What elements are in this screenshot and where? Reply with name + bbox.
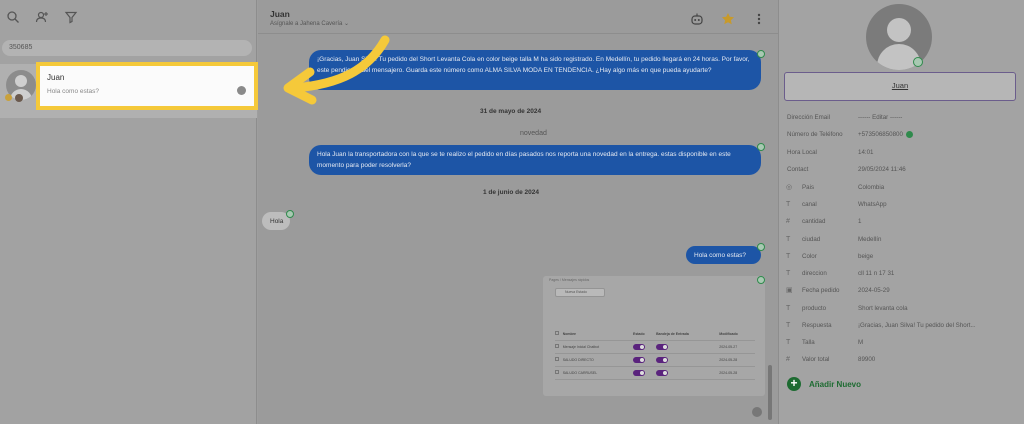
text-icon: T	[786, 322, 791, 329]
channel-badge	[15, 94, 23, 102]
hash-icon: #	[786, 356, 790, 363]
field-row: Dirección Email ------ Editar ------	[784, 111, 1019, 124]
field-row: Contact 29/05/2024 11:46	[787, 166, 906, 173]
chat-header: Juan Asígnale a Jahena Cavería ⌄	[258, 0, 778, 34]
assigned-user-icon	[237, 86, 246, 95]
add-field-label: Añadir Nuevo	[809, 379, 862, 389]
custom-field-row[interactable]: T Color beige	[784, 250, 1019, 263]
text-icon: T	[786, 236, 791, 243]
hash-icon: #	[786, 218, 790, 225]
last-message-preview: Hola como estas?	[47, 88, 100, 95]
priority-badge	[5, 94, 12, 101]
contact-name-field[interactable]: Juan	[784, 72, 1016, 101]
chat-scrollbar[interactable]	[768, 365, 772, 420]
text-icon: T	[786, 270, 791, 277]
col-header: Modificado	[719, 328, 755, 341]
assign-label: Asígnale a Jahena Cavería	[270, 21, 343, 27]
plus-icon: +	[787, 377, 801, 391]
custom-field-row[interactable]: T Talla M	[784, 336, 1019, 349]
search-input[interactable]: 350685	[2, 40, 252, 56]
date-divider: 31 de mayo de 2024	[480, 108, 542, 115]
star-icon[interactable]	[721, 12, 735, 26]
assign-dropdown[interactable]: Asígnale a Jahena Cavería ⌄	[270, 20, 349, 27]
attachment-breadcrumb: Pages / Mensajes rápidos	[549, 278, 590, 282]
col-header: Bandeja de Entrada	[656, 328, 720, 341]
col-header: Nombre	[562, 328, 633, 341]
outgoing-message: Hola Juan la transportadora con la que s…	[309, 145, 761, 175]
custom-field-row[interactable]: ▣ Fecha pedido 2024-05-29	[784, 284, 1019, 297]
agent-avatar-icon	[752, 407, 762, 417]
filter-icon[interactable]	[64, 10, 78, 24]
text-icon: T	[786, 253, 791, 260]
custom-field-row[interactable]: Tcanal WhatsApp	[784, 198, 1019, 211]
attachment-table: Nombre Estado Bandeja de Entrada Modific…	[555, 328, 755, 380]
custom-field-row[interactable]: ◎ Pais Colombia	[784, 181, 1019, 194]
table-row: SALUDO DIRECTO 2024-05-28	[555, 353, 755, 367]
field-row: Hora Local 14:01	[787, 149, 874, 156]
more-options-icon[interactable]	[752, 12, 766, 26]
verified-icon	[905, 130, 913, 138]
whatsapp-icon	[286, 210, 294, 218]
add-field-button[interactable]: + Añadir Nuevo	[787, 377, 861, 391]
whatsapp-icon	[757, 143, 765, 151]
table-row: SALUDO CARRUSEL 2024-05-28	[555, 366, 755, 380]
email-edit-link[interactable]: ------ Editar ------	[858, 111, 1018, 124]
chatbot-icon[interactable]	[690, 12, 704, 26]
attachment-search: Nueva Estado	[555, 288, 605, 297]
text-icon: T	[786, 339, 791, 346]
system-note: novedad	[520, 130, 547, 137]
text-icon: T	[786, 305, 791, 312]
globe-icon: ◎	[786, 184, 793, 191]
whatsapp-icon	[757, 243, 765, 251]
custom-field-row[interactable]: Tproducto Short levanta cola	[784, 302, 1019, 315]
whatsapp-icon	[913, 57, 923, 67]
calendar-icon: ▣	[786, 287, 793, 294]
custom-field-row[interactable]: Tdireccion cll 11 n 17 31	[784, 267, 1019, 280]
image-attachment[interactable]: Pages / Mensajes rápidos Nueva Estado No…	[543, 276, 765, 396]
table-row: Mensaje Inicial Chatbot 2024-05-27	[555, 340, 755, 354]
custom-field-row[interactable]: Tciudad Medellín	[784, 233, 1019, 246]
outgoing-message: ¡Gracias, Juan Silva! Tu pedido del Shor…	[309, 50, 761, 90]
outgoing-message: Hola como estas?	[686, 246, 761, 264]
search-icon[interactable]	[6, 10, 20, 24]
add-contact-icon[interactable]	[35, 10, 49, 24]
highlighted-conversation-card[interactable]: Juan Hola como estas?	[36, 62, 258, 110]
whatsapp-icon	[757, 276, 765, 284]
custom-field-row[interactable]: # cantidad 1	[784, 215, 1019, 228]
custom-field-row[interactable]: # Valor total 89900	[784, 353, 1019, 366]
text-icon: T	[786, 201, 791, 208]
custom-field-row[interactable]: T Respuesta ¡Gracias, Juan Silva! Tu pedid…	[784, 319, 1019, 332]
phone-value: +573506850800	[858, 131, 903, 138]
field-row: Número de Teléfono +573506850800	[784, 128, 1019, 141]
whatsapp-icon	[757, 50, 765, 58]
col-header: Estado	[632, 328, 657, 341]
contact-name: Juan	[47, 73, 65, 82]
chat-contact-name: Juan	[270, 9, 290, 19]
date-divider: 1 de junio de 2024	[483, 189, 539, 196]
